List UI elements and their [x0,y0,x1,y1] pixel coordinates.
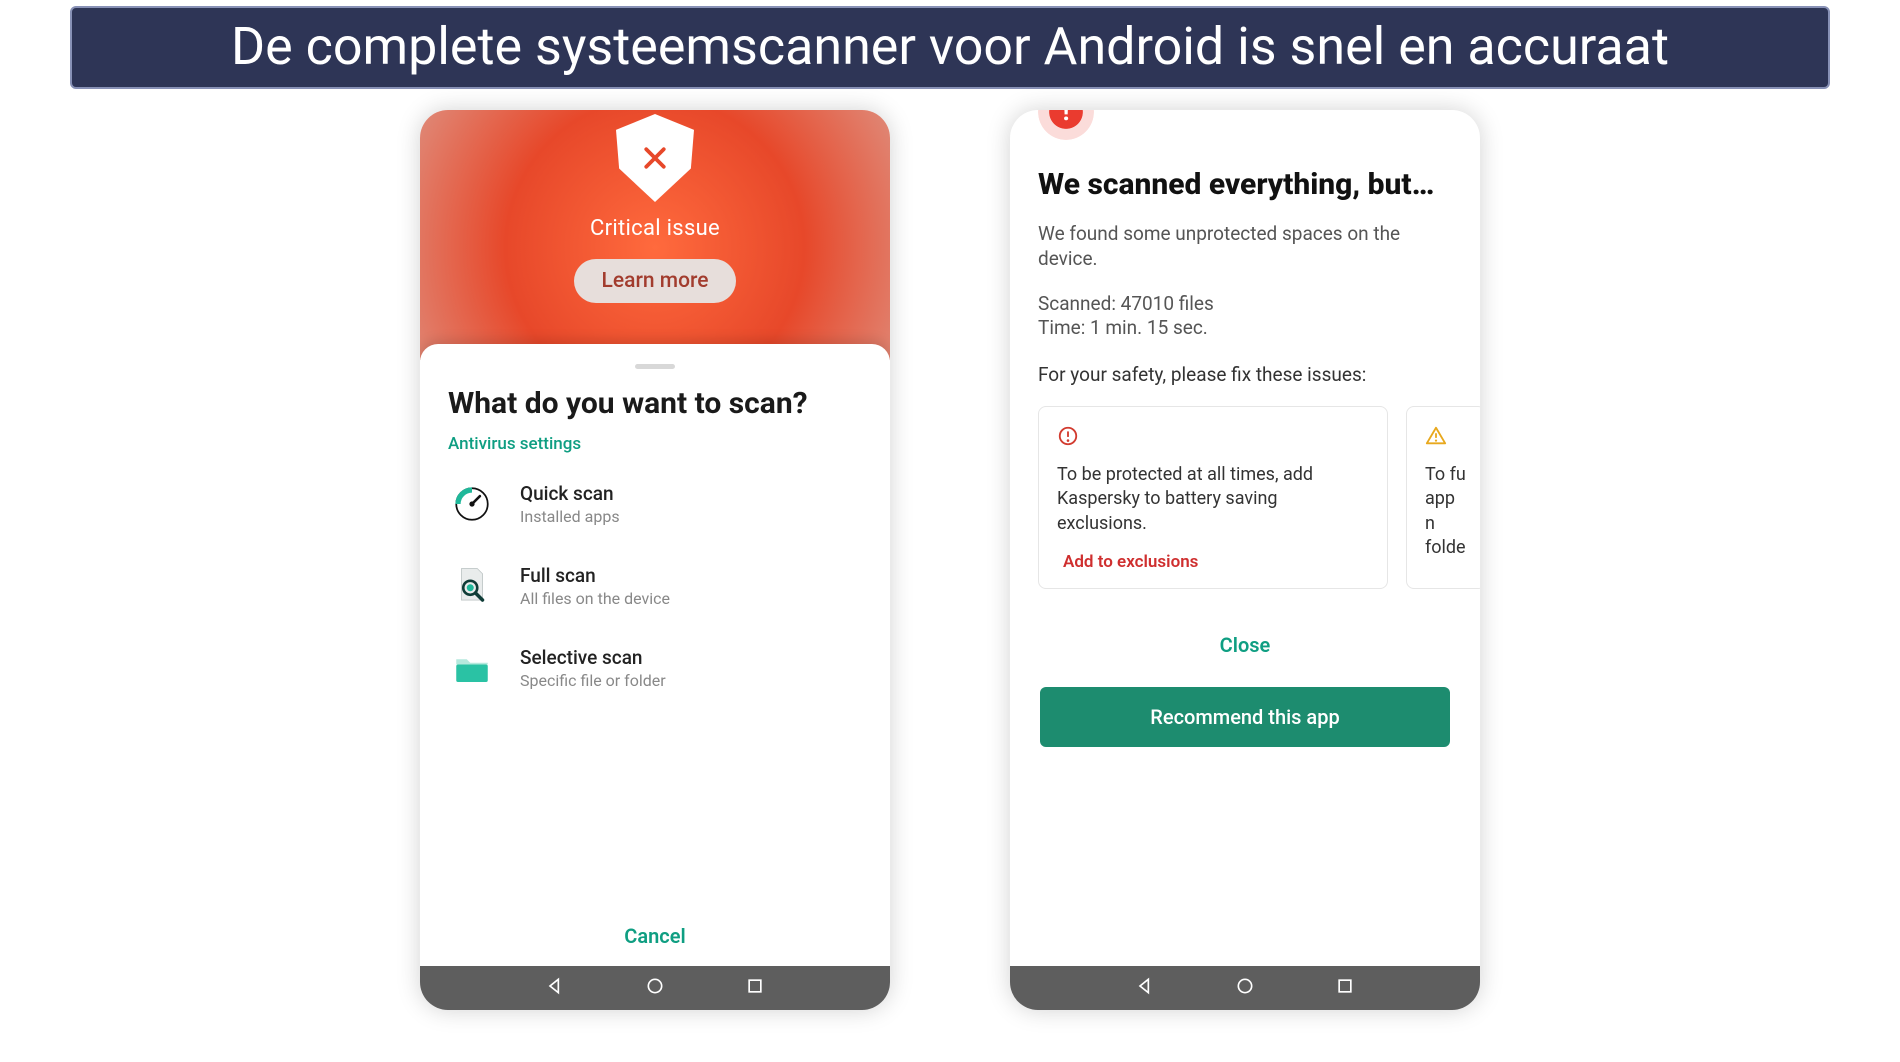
learn-more-button[interactable]: Learn more [574,259,737,303]
scanned-count: Scanned: 47010 files [1038,292,1452,317]
fix-prompt: For your safety, please fix these issues… [1038,363,1452,386]
scan-time: Time: 1 min. 15 sec. [1038,316,1452,341]
option-quick-scan[interactable]: Quick scan Installed apps [448,480,862,528]
nav-back-icon[interactable] [1135,976,1155,1000]
android-navbar [1010,966,1480,1010]
file-search-icon [448,562,496,610]
shield-icon [616,114,694,202]
critical-issue-label: Critical issue [590,216,720,241]
option-title: Selective scan [520,646,666,669]
alert-icon: ! [1038,110,1094,140]
close-button[interactable]: Close [1038,633,1452,657]
warning-icon [1057,425,1079,447]
folder-icon [448,644,496,692]
nav-home-icon[interactable] [645,976,665,1000]
phones-row: Critical issue Learn more What do you wa… [0,110,1900,1010]
nav-home-icon[interactable] [1235,976,1255,1000]
issue-cards[interactable]: To be protected at all times, add Kasper… [1038,406,1452,589]
option-selective-scan[interactable]: Selective scan Specific file or folder [448,644,862,692]
scan-options: Quick scan Installed apps [448,480,862,692]
hero-critical: Critical issue Learn more [420,110,890,360]
cancel-button[interactable]: Cancel [420,924,890,948]
phone-left: Critical issue Learn more What do you wa… [420,110,890,1010]
scan-sheet: What do you want to scan? Antivirus sett… [420,344,890,966]
nav-recent-icon[interactable] [1335,976,1355,1000]
caution-icon [1425,425,1447,447]
gauge-icon [448,480,496,528]
results-subtitle: We found some unprotected spaces on the … [1038,221,1452,272]
option-sub: Installed apps [520,507,620,526]
issue-message-partial: To fu app n folde [1425,463,1467,560]
option-sub: Specific file or folder [520,671,666,690]
antivirus-settings-link[interactable]: Antivirus settings [448,434,862,454]
scan-stats: Scanned: 47010 files Time: 1 min. 15 sec… [1038,292,1452,341]
option-title: Full scan [520,564,670,587]
issue-card-battery[interactable]: To be protected at all times, add Kasper… [1038,406,1388,589]
option-sub: All files on the device [520,589,670,608]
nav-back-icon[interactable] [545,976,565,1000]
android-navbar [420,966,890,1010]
option-full-scan[interactable]: Full scan All files on the device [448,562,862,610]
results-title: We scanned everything, but… [1038,168,1452,203]
issue-card-partial[interactable]: To fu app n folde [1406,406,1480,589]
nav-recent-icon[interactable] [745,976,765,1000]
page-banner: De complete systeemscanner voor Android … [70,6,1830,89]
add-exclusions-button[interactable]: Add to exclusions [1057,552,1369,572]
option-title: Quick scan [520,482,620,505]
banner-title: De complete systeemscanner voor Android … [231,16,1669,77]
scan-results: ! We scanned everything, but… We found s… [1010,110,1480,966]
sheet-title: What do you want to scan? [448,387,862,422]
issue-message: To be protected at all times, add Kasper… [1057,463,1369,536]
recommend-app-button[interactable]: Recommend this app [1040,687,1450,747]
phone-right: ! We scanned everything, but… We found s… [1010,110,1480,1010]
sheet-handle[interactable] [635,364,675,369]
